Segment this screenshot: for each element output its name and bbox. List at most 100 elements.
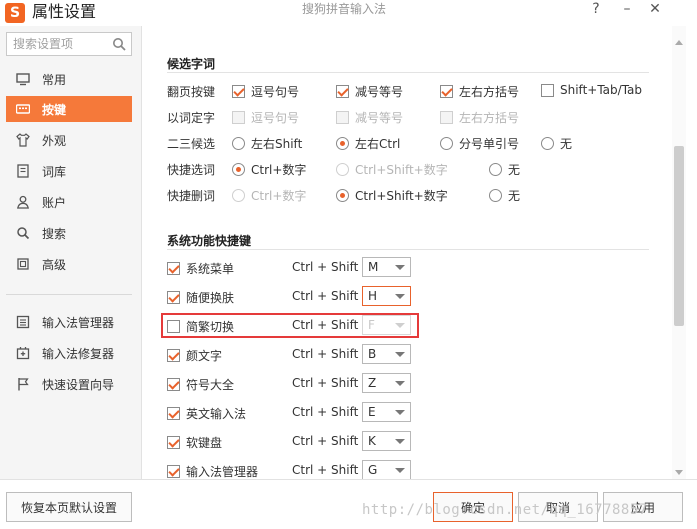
- option-label: 逗号句号: [251, 111, 300, 125]
- help-button[interactable]: ?: [584, 0, 608, 22]
- sidebar-item-common[interactable]: 常用: [6, 66, 132, 92]
- hotkey-checkbox[interactable]: 英文输入法: [167, 405, 246, 422]
- sidebar-item-search[interactable]: 搜索: [6, 220, 132, 246]
- sidebar-item-keys[interactable]: 按键: [6, 96, 132, 122]
- radio-circle[interactable]: [336, 137, 349, 150]
- checkbox-paging-comma[interactable]: 逗号句号: [232, 83, 299, 100]
- search-icon[interactable]: [112, 37, 126, 51]
- user-icon: [16, 195, 30, 209]
- sogou-logo-icon: S: [5, 3, 25, 23]
- sidebar-tool-manager[interactable]: 输入法管理器: [6, 309, 132, 335]
- checkbox-paging-brackets[interactable]: 左右方括号: [440, 83, 519, 100]
- sidebar-divider: [6, 294, 132, 295]
- checkbox-box[interactable]: [541, 83, 554, 97]
- option-label: 无: [508, 163, 521, 177]
- search-icon: [16, 226, 30, 240]
- checkbox-box[interactable]: [167, 436, 180, 449]
- scroll-down-arrow-icon[interactable]: [675, 470, 683, 475]
- radio-second-none[interactable]: 无: [541, 135, 572, 152]
- radio-second-semicolon[interactable]: 分号单引号: [440, 135, 519, 152]
- checkbox-box[interactable]: [167, 262, 180, 275]
- radio-circle[interactable]: [232, 137, 245, 150]
- radio-circle[interactable]: [440, 137, 453, 150]
- hotkey-row-english: 英文输入法 Ctrl + Shift + E: [167, 400, 567, 424]
- hotkey-label: 英文输入法: [186, 407, 247, 421]
- checkbox-box[interactable]: [167, 465, 180, 478]
- radio-second-ctrl[interactable]: 左右Ctrl: [336, 135, 400, 152]
- shirt-icon: [16, 133, 30, 147]
- close-button[interactable]: ✕: [643, 0, 667, 22]
- radio-select-none[interactable]: 无: [489, 161, 520, 178]
- hotkey-checkbox[interactable]: 符号大全: [167, 376, 234, 393]
- hotkey-key-select[interactable]: H: [362, 286, 411, 306]
- hotkey-checkbox[interactable]: 软键盘: [167, 434, 222, 451]
- hotkey-combo: Ctrl + Shift +: [292, 405, 373, 419]
- checkbox-box[interactable]: [440, 85, 453, 98]
- hotkey-label: 输入法管理器: [186, 465, 259, 479]
- hotkey-key-select[interactable]: B: [362, 344, 411, 364]
- search-input[interactable]: [7, 33, 107, 55]
- hotkey-checkbox[interactable]: 系统菜单: [167, 260, 234, 277]
- hotkey-label: 系统菜单: [186, 262, 235, 276]
- radio-circle[interactable]: [489, 163, 502, 176]
- checkbox-box[interactable]: [336, 85, 349, 98]
- radio-select-ctrl-num[interactable]: Ctrl+数字: [232, 161, 306, 178]
- option-label: 无: [508, 189, 521, 203]
- checkbox-box[interactable]: [167, 378, 180, 391]
- checkbox-paging-shift-tab[interactable]: Shift+Tab/Tab: [541, 83, 642, 97]
- hotkey-key-value: Z: [368, 376, 377, 390]
- title-bar: S 属性设置 搜狗拼音输入法 ? – ✕: [0, 0, 697, 26]
- sidebar-item-label: 搜索: [42, 226, 67, 241]
- sidebar-item-advanced[interactable]: 高级: [6, 251, 132, 277]
- radio-circle[interactable]: [489, 189, 502, 202]
- sidebar-item-appearance[interactable]: 外观: [6, 127, 132, 153]
- checkbox-box[interactable]: [167, 291, 180, 304]
- hotkey-key-select[interactable]: K: [362, 431, 411, 451]
- hotkey-label: 符号大全: [186, 378, 235, 392]
- section-divider: [167, 249, 649, 250]
- hotkey-key-select[interactable]: E: [362, 402, 411, 422]
- minimize-button[interactable]: –: [615, 0, 639, 22]
- monitor-icon: [16, 72, 30, 86]
- hotkey-key-select[interactable]: G: [362, 460, 411, 479]
- radio-select-ctrl-shift-num: Ctrl+Shift+数字: [336, 161, 448, 178]
- sidebar-item-dictionary[interactable]: 词库: [6, 158, 132, 184]
- hotkey-key-select[interactable]: M: [362, 257, 411, 277]
- radio-circle[interactable]: [541, 137, 554, 150]
- chevron-down-icon: [395, 410, 405, 415]
- scroll-thumb[interactable]: [674, 146, 684, 326]
- radio-delete-ctrl-shift-num[interactable]: Ctrl+Shift+数字: [336, 187, 448, 204]
- hotkey-key-value: H: [368, 289, 378, 303]
- radio-delete-none[interactable]: 无: [489, 187, 520, 204]
- hotkey-checkbox[interactable]: 随便换肤: [167, 289, 234, 306]
- restore-defaults-button[interactable]: 恢复本页默认设置: [6, 492, 132, 522]
- hotkey-checkbox[interactable]: 颜文字: [167, 347, 222, 364]
- radio-circle[interactable]: [336, 189, 349, 202]
- sidebar-item-account[interactable]: 账户: [6, 189, 132, 215]
- checkbox-box[interactable]: [232, 85, 245, 98]
- scroll-up-arrow-icon[interactable]: [675, 40, 683, 45]
- radio-second-shift[interactable]: 左右Shift: [232, 135, 302, 152]
- checkbox-box[interactable]: [167, 407, 180, 420]
- checkbox-box[interactable]: [167, 349, 180, 362]
- chevron-down-icon: [395, 381, 405, 386]
- radio-circle[interactable]: [232, 163, 245, 176]
- hotkey-key-select[interactable]: Z: [362, 373, 411, 393]
- hotkey-key-value: E: [368, 405, 376, 419]
- app-name: 搜狗拼音输入法: [302, 2, 387, 16]
- hotkey-combo: Ctrl + Shift +: [292, 347, 373, 361]
- hotkey-label: 软键盘: [186, 436, 223, 450]
- sidebar-tool-label: 快速设置向导: [42, 377, 115, 392]
- chevron-down-icon: [395, 439, 405, 444]
- checkbox-word-brackets: 左右方括号: [440, 109, 519, 126]
- checkbox-paging-minus[interactable]: 减号等号: [336, 83, 403, 100]
- section-title-candidates: 候选字词: [167, 57, 216, 71]
- hotkey-row-ime-manager: 输入法管理器 Ctrl + Shift + G: [167, 458, 567, 479]
- search-box[interactable]: [6, 32, 132, 56]
- book-icon: [16, 164, 30, 178]
- vertical-scrollbar[interactable]: [672, 26, 686, 479]
- manager-icon: [16, 315, 30, 329]
- sidebar-tool-wizard[interactable]: 快速设置向导: [6, 371, 132, 397]
- sidebar-tool-repair[interactable]: 输入法修复器: [6, 340, 132, 366]
- hotkey-checkbox[interactable]: 输入法管理器: [167, 463, 258, 479]
